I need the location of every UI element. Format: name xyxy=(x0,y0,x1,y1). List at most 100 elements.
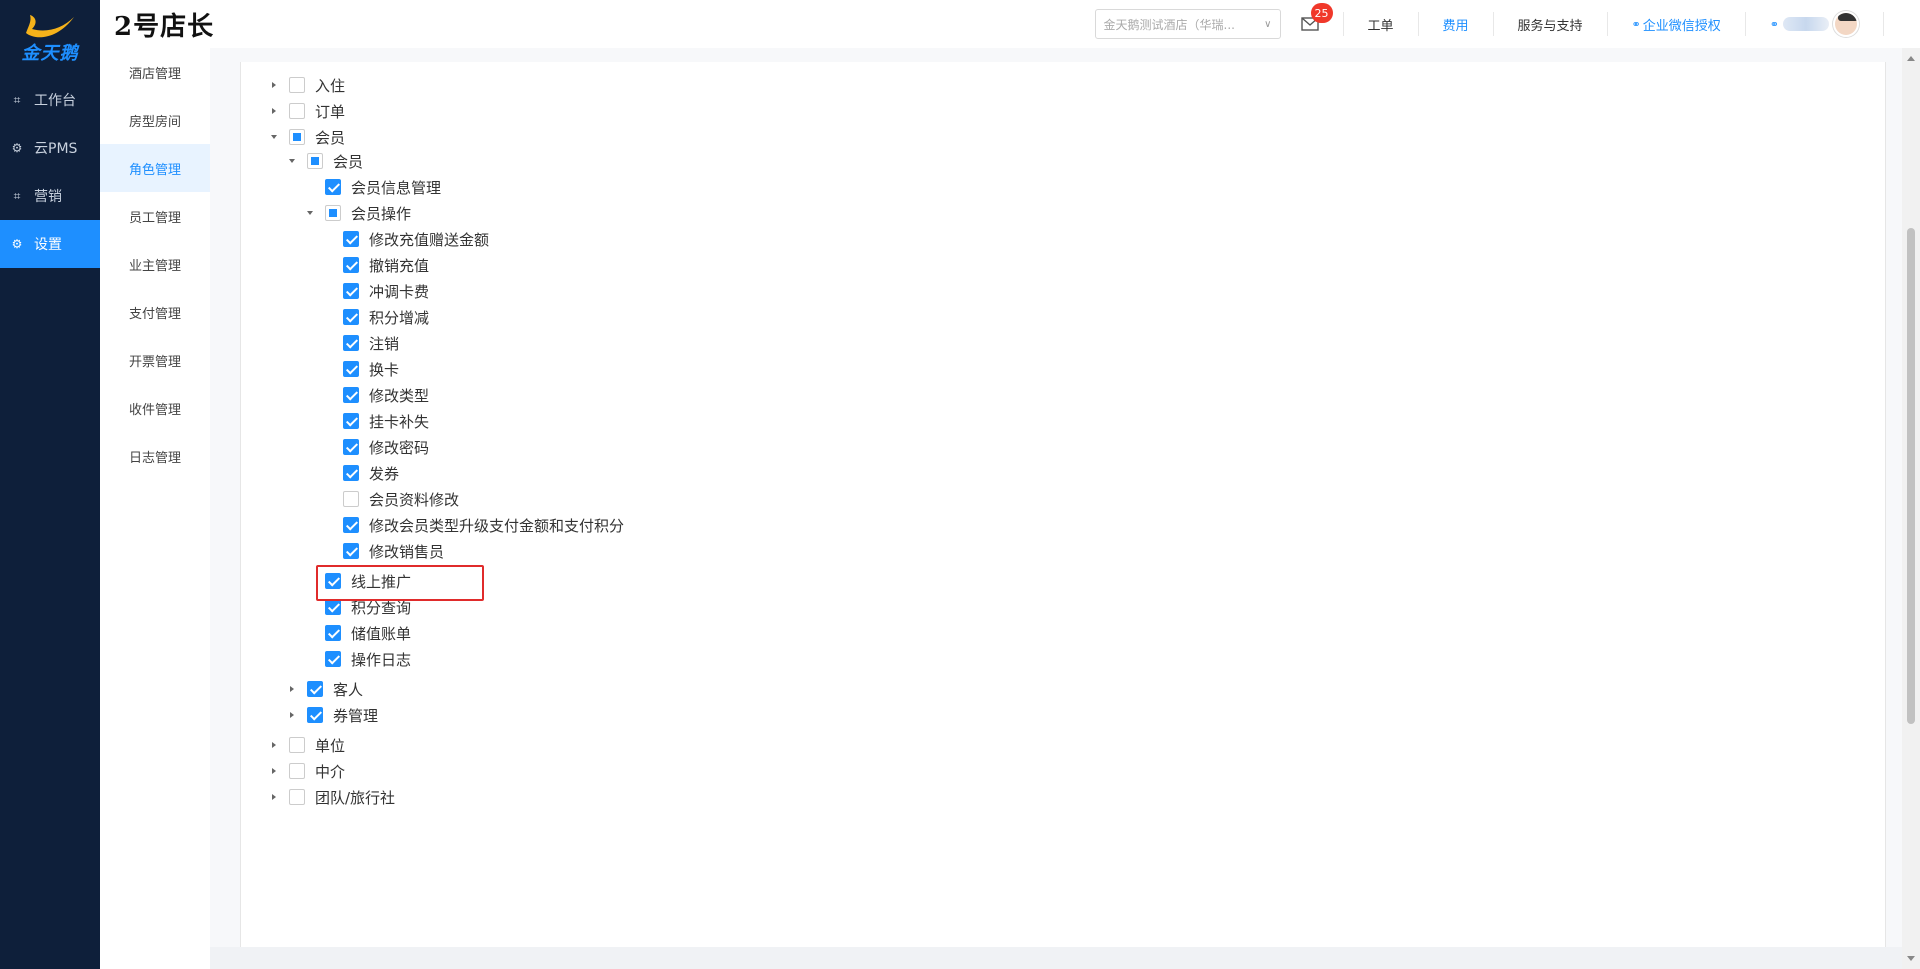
caret-right-icon[interactable] xyxy=(269,80,279,90)
tree-checkbox[interactable] xyxy=(343,335,359,351)
submenu-item[interactable]: 员工管理 xyxy=(100,192,210,240)
tree-checkbox[interactable] xyxy=(343,439,359,455)
tree-checkbox[interactable] xyxy=(289,789,305,805)
sidebar-item-cloud-pms[interactable]: ⚙ 云PMS xyxy=(0,124,100,172)
tree-node[interactable]: 团队/旅行社 xyxy=(269,784,395,810)
hotel-select-value: 金天鹅测试酒店（华瑞... xyxy=(1103,17,1235,32)
main-sidebar: 金天鹅 ⌗ 工作台 ⚙ 云PMS ⌗ 营销 ⚙ 设置 xyxy=(0,0,100,969)
page-scrollbar[interactable] xyxy=(1902,48,1920,969)
tree-checkbox[interactable] xyxy=(325,625,341,641)
caret-right-icon[interactable] xyxy=(269,766,279,776)
submenu-item[interactable]: 酒店管理 xyxy=(100,48,210,96)
submenu-item[interactable]: 房型房间 xyxy=(100,96,210,144)
tree-node[interactable]: 修改类型 xyxy=(323,382,429,408)
tree-checkbox[interactable] xyxy=(307,707,323,723)
tree-checkbox[interactable] xyxy=(325,205,341,221)
tree-checkbox[interactable] xyxy=(289,737,305,753)
tree-node-label: 中介 xyxy=(315,762,346,781)
tree-node[interactable]: 会员操作 xyxy=(305,200,411,226)
caret-right-icon[interactable] xyxy=(269,792,279,802)
scroll-thumb[interactable] xyxy=(1907,228,1915,724)
tree-node[interactable]: 储值账单 xyxy=(305,620,411,646)
sidebar-item-workbench[interactable]: ⌗ 工作台 xyxy=(0,76,100,124)
tree-checkbox[interactable] xyxy=(289,103,305,119)
tree-checkbox[interactable] xyxy=(343,361,359,377)
work-order-link[interactable]: 工单 xyxy=(1342,12,1418,36)
caret-down-icon[interactable] xyxy=(269,132,279,142)
submenu-item[interactable]: 日志管理 xyxy=(100,432,210,480)
tree-checkbox[interactable] xyxy=(307,153,323,169)
tree-checkbox[interactable] xyxy=(325,179,341,195)
tree-checkbox[interactable] xyxy=(289,763,305,779)
tree-node[interactable]: 修改会员类型升级支付金额和支付积分 xyxy=(323,512,624,538)
tree-node[interactable]: 订单 xyxy=(269,98,345,124)
submenu-item[interactable]: 业主管理 xyxy=(100,240,210,288)
fees-link[interactable]: 费用 xyxy=(1417,12,1493,36)
submenu-item[interactable]: 收件管理 xyxy=(100,384,210,432)
tree-node[interactable]: 换卡 xyxy=(323,356,399,382)
tree-node[interactable]: 会员资料修改 xyxy=(323,486,459,512)
mail-button[interactable]: 25 xyxy=(1295,3,1333,39)
tree-checkbox[interactable] xyxy=(325,599,341,615)
tree-checkbox[interactable] xyxy=(343,413,359,429)
tree-node[interactable]: 撤销充值 xyxy=(323,252,429,278)
tree-checkbox[interactable] xyxy=(343,309,359,325)
tree-node[interactable]: 修改销售员 xyxy=(323,538,444,564)
tree-checkbox[interactable] xyxy=(343,543,359,559)
tree-node[interactable]: 会员 xyxy=(287,148,363,174)
scroll-down-arrow-icon[interactable] xyxy=(1907,956,1915,961)
user-menu[interactable]: ⚭ xyxy=(1744,11,1883,37)
wecom-auth-link[interactable]: ⚭ 企业微信授权 xyxy=(1606,12,1745,36)
tree-node[interactable]: 入住 xyxy=(269,72,345,98)
tree-node[interactable]: 注销 xyxy=(323,330,399,356)
tree-checkbox[interactable] xyxy=(343,231,359,247)
tree-node[interactable]: 冲调卡费 xyxy=(323,278,429,304)
tree-node-label: 注销 xyxy=(369,334,400,353)
sidebar-item-settings[interactable]: ⚙ 设置 xyxy=(0,220,100,268)
tree-node-label: 会员 xyxy=(315,128,346,147)
service-support-link[interactable]: 服务与支持 xyxy=(1492,12,1607,36)
tree-node-label: 团队/旅行社 xyxy=(315,788,396,807)
tree-node[interactable]: 修改密码 xyxy=(323,434,429,460)
tree-node[interactable]: 积分增减 xyxy=(323,304,429,330)
tree-node[interactable]: 单位 xyxy=(269,732,345,758)
caret-right-icon[interactable] xyxy=(269,106,279,116)
submenu-item[interactable]: 开票管理 xyxy=(100,336,210,384)
tree-node-label: 券管理 xyxy=(333,706,379,725)
tree-checkbox[interactable] xyxy=(343,257,359,273)
tree-checkbox[interactable] xyxy=(343,283,359,299)
tree-node[interactable]: 会员 xyxy=(269,124,345,150)
caret-right-icon[interactable] xyxy=(287,710,297,720)
tree-node-label: 订单 xyxy=(315,102,346,121)
hotel-select[interactable]: 金天鹅测试酒店（华瑞... ∨ xyxy=(1094,9,1281,39)
caret-down-icon[interactable] xyxy=(305,208,315,218)
tree-node[interactable]: 中介 xyxy=(269,758,345,784)
settings-submenu: 酒店管理 房型房间 角色管理 员工管理 业主管理 支付管理 开票管理 收件管理 日志管理 xyxy=(100,48,210,969)
tree-checkbox[interactable] xyxy=(307,681,323,697)
tree-checkbox[interactable] xyxy=(289,129,305,145)
tree-node[interactable]: 券管理 xyxy=(287,702,378,728)
sidebar-item-marketing[interactable]: ⌗ 营销 xyxy=(0,172,100,220)
tree-checkbox[interactable] xyxy=(343,491,359,507)
tree-checkbox[interactable] xyxy=(325,651,341,667)
tree-checkbox[interactable] xyxy=(343,387,359,403)
tree-checkbox[interactable] xyxy=(343,465,359,481)
tree-node-label: 发券 xyxy=(369,464,400,483)
tree-checkbox[interactable] xyxy=(343,517,359,533)
tree-node[interactable]: 客人 xyxy=(287,676,363,702)
brand-logo[interactable]: 金天鹅 xyxy=(0,0,100,76)
scroll-up-arrow-icon[interactable] xyxy=(1907,56,1915,61)
tree-node[interactable]: 修改充值赠送金额 xyxy=(323,226,489,252)
tree-node[interactable]: 挂卡补失 xyxy=(323,408,429,434)
caret-right-icon[interactable] xyxy=(287,684,297,694)
tree-node[interactable]: 会员信息管理 xyxy=(305,174,441,200)
tree-checkbox[interactable] xyxy=(289,77,305,93)
submenu-item[interactable]: 支付管理 xyxy=(100,288,210,336)
tree-node-label: 冲调卡费 xyxy=(369,282,430,301)
caret-down-icon[interactable] xyxy=(287,156,297,166)
caret-right-icon[interactable] xyxy=(269,740,279,750)
sidebar-item-label: 营销 xyxy=(34,189,62,205)
tree-node[interactable]: 发券 xyxy=(323,460,399,486)
submenu-item[interactable]: 角色管理 xyxy=(100,144,210,192)
tree-node[interactable]: 操作日志 xyxy=(305,646,411,672)
